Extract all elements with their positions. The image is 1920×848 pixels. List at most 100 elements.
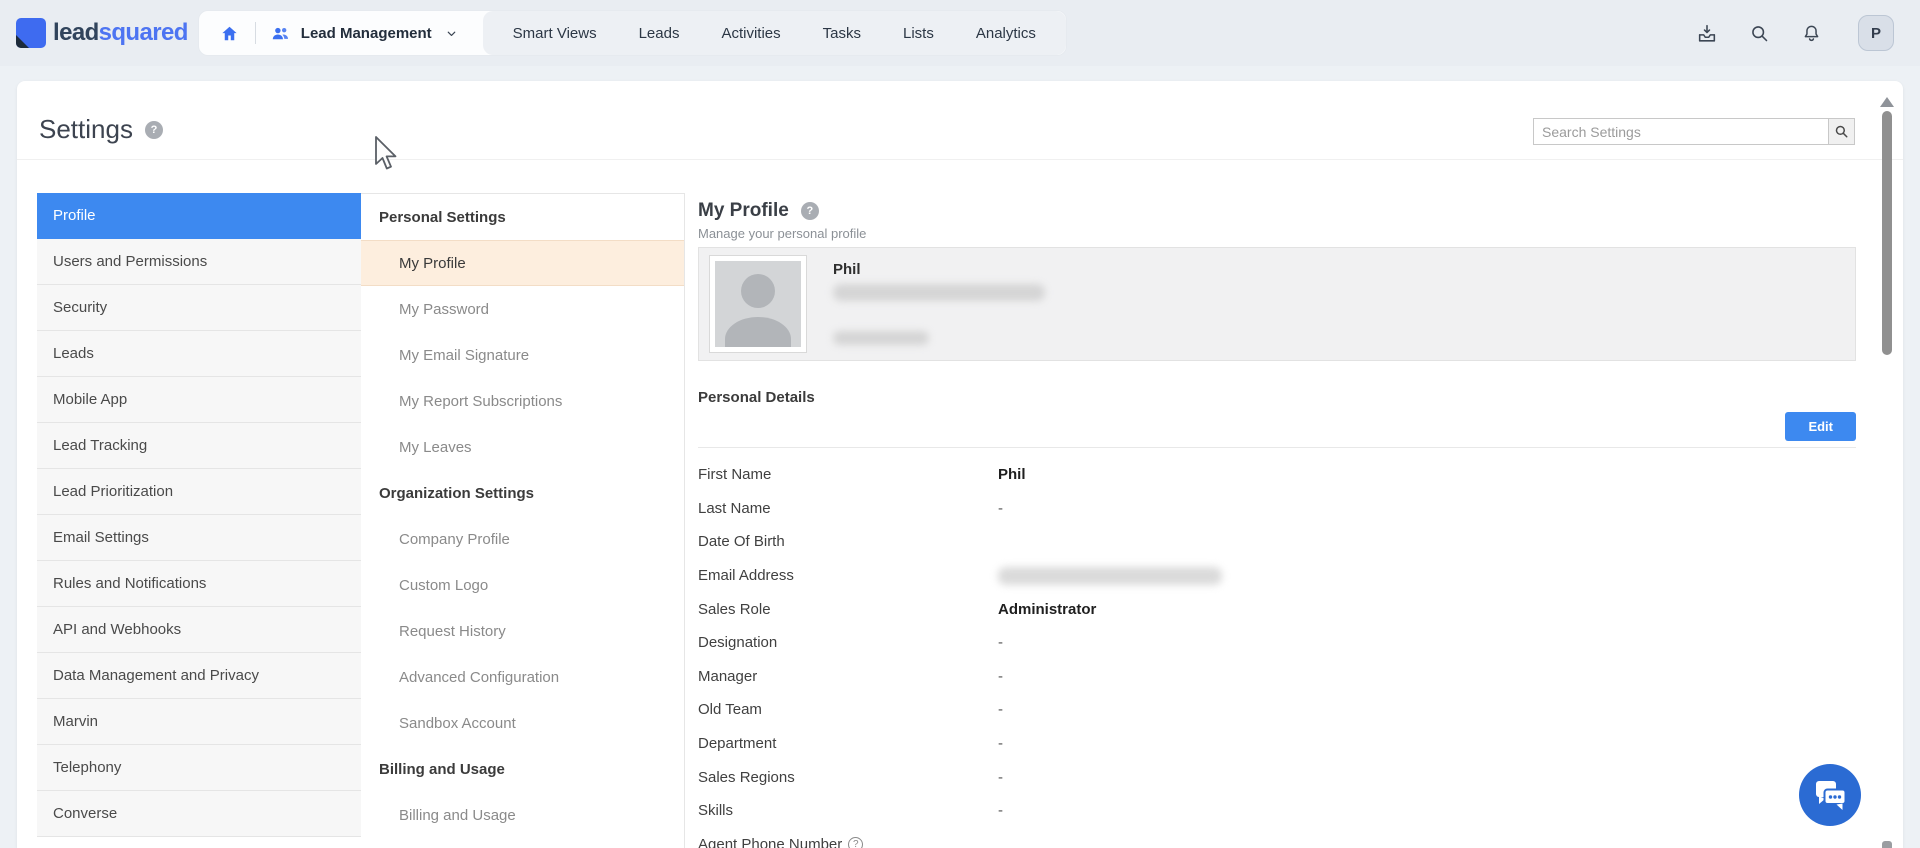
home-icon[interactable] — [219, 22, 241, 44]
nav-item[interactable]: Lists — [903, 25, 934, 42]
field-value: - — [998, 701, 1003, 719]
details-divider — [698, 447, 1856, 448]
settings-menu-entry[interactable]: Sandbox Account — [361, 700, 684, 746]
sidebar-item[interactable]: Email Settings — [37, 515, 361, 561]
sidebar-item[interactable]: Mobile App — [37, 377, 361, 423]
field-value — [998, 566, 1222, 585]
my-profile-help-icon[interactable]: ? — [800, 202, 819, 220]
field-row: Email Address ? — [698, 559, 1856, 593]
field-label: First Name ? — [698, 466, 772, 484]
settings-sidebar: Profile Users and Permissions Security L… — [37, 193, 361, 848]
field-value: - — [998, 735, 1003, 753]
scrollbar-bottom-nub — [1882, 841, 1892, 848]
nav-left: Lead Management — [199, 11, 483, 55]
inbox-download-icon[interactable] — [1696, 22, 1718, 44]
personal-details-head: Personal Details Edit — [698, 389, 1856, 441]
field-value: Phil — [998, 466, 1026, 484]
field-label: Agent Phone Number ? — [698, 836, 998, 848]
field-label: Designation ? — [698, 634, 778, 652]
settings-menu-entry[interactable]: My Password — [361, 286, 684, 332]
field-label: Department ? — [698, 735, 777, 753]
my-profile-title-row: My Profile ? — [698, 200, 1856, 222]
sidebar-item[interactable]: Leads — [37, 331, 361, 377]
personal-details-title: Personal Details — [698, 389, 815, 406]
page-title: Settings ? — [39, 114, 163, 145]
nav-item[interactable]: Leads — [639, 25, 680, 42]
settings-menu-entry[interactable]: Advanced Configuration — [361, 654, 684, 700]
edit-button[interactable]: Edit — [1785, 412, 1856, 441]
settings-menu: Personal Settings My Profile My Password… — [361, 193, 685, 848]
my-profile-subtitle: Manage your personal profile — [698, 226, 867, 241]
topbar-right: P — [1696, 15, 1894, 51]
notifications-bell-icon[interactable] — [1800, 22, 1822, 44]
settings-menu-entry[interactable]: Company Profile — [361, 516, 684, 562]
settings-columns: Profile Users and Permissions Security L… — [17, 193, 1903, 848]
settings-menu-entry[interactable]: Custom Logo — [361, 562, 684, 608]
nav-item[interactable]: Smart Views — [513, 25, 597, 42]
field-label: Old Team ? — [698, 701, 762, 719]
sidebar-item[interactable]: API and Webhooks — [37, 607, 361, 653]
settings-menu-entry[interactable]: My Report Subscriptions — [361, 378, 684, 424]
settings-page: Settings ? Profile Users and Permissions… — [17, 81, 1903, 848]
workspace-users-icon — [270, 22, 292, 44]
scroll-up-arrow-icon[interactable] — [1880, 90, 1894, 107]
field-value: - — [998, 768, 1003, 786]
field-label: Date Of Birth ? — [698, 533, 785, 551]
search-settings — [1533, 118, 1855, 145]
sidebar-item[interactable]: Users and Permissions — [37, 239, 361, 285]
sidebar-item[interactable]: Lead Tracking — [37, 423, 361, 469]
person-silhouette-icon — [715, 261, 801, 347]
settings-menu-entry[interactable]: Billing and Usage — [361, 792, 684, 838]
settings-help-icon[interactable]: ? — [144, 120, 163, 139]
sidebar-item[interactable]: Security — [37, 285, 361, 331]
workspace-switcher[interactable]: Lead Management — [270, 22, 463, 44]
field-label: Last Name ? — [698, 499, 771, 517]
leadsquared-logo-text: leadsquared — [53, 19, 188, 46]
settings-menu-entry: Billing and Usage — [379, 760, 505, 778]
field-label: Email Address ? — [698, 567, 794, 585]
field-row: First Name ? Phil — [698, 458, 1856, 492]
sidebar-item[interactable]: Telephony — [37, 745, 361, 791]
topbar: leadsquared Lead Management Smart Views L… — [0, 0, 1920, 66]
field-row: Last Name ? - — [698, 492, 1856, 526]
leadsquared-logo[interactable]: leadsquared — [16, 18, 188, 48]
profile-photo-placeholder[interactable] — [709, 255, 807, 353]
nav-divider — [254, 22, 256, 44]
settings-menu-entry[interactable]: My Email Signature — [361, 332, 684, 378]
settings-menu-entry[interactable]: My Profile — [361, 240, 684, 286]
field-row: Department ? - — [698, 727, 1856, 761]
redacted-detail — [833, 331, 929, 345]
field-value: - — [998, 499, 1003, 517]
sidebar-item[interactable]: Profile — [37, 193, 361, 239]
nav-item[interactable]: Activities — [721, 25, 780, 42]
search-settings-button[interactable] — [1828, 118, 1855, 145]
profile-summary-card: Phil — [698, 247, 1856, 361]
sidebar-item[interactable]: Lead Prioritization — [37, 469, 361, 515]
sidebar-item[interactable]: Marvin — [37, 699, 361, 745]
field-value: - — [998, 667, 1003, 685]
field-label: Manager ? — [698, 667, 758, 685]
user-avatar[interactable]: P — [1858, 15, 1894, 51]
redacted-value — [998, 566, 1222, 585]
chevron-down-icon — [441, 22, 463, 44]
search-settings-input[interactable] — [1533, 118, 1828, 145]
sidebar-item[interactable]: Rules and Notifications — [37, 561, 361, 607]
field-row: Manager ? - — [698, 660, 1856, 694]
nav-item[interactable]: Analytics — [976, 25, 1036, 42]
settings-menu-entry[interactable]: My Leaves — [361, 424, 684, 470]
field-label: Sales Regions ? — [698, 768, 795, 786]
chat-launcher-button[interactable] — [1799, 764, 1861, 826]
sidebar-item[interactable]: Data Management and Privacy — [37, 653, 361, 699]
nav-items: Smart Views Leads Activities Tasks Lists Anal… — [482, 11, 1066, 55]
field-label: Sales Role ? — [698, 600, 771, 618]
settings-menu-entry: Personal Settings — [379, 208, 506, 226]
field-row: Date Of Birth ? — [698, 525, 1856, 559]
info-icon: ? — [848, 836, 864, 848]
scrollbar-thumb[interactable] — [1882, 111, 1892, 355]
search-icon[interactable] — [1748, 22, 1770, 44]
sidebar-item[interactable]: Converse — [37, 791, 361, 837]
workspace-label: Lead Management — [300, 24, 432, 42]
nav-item[interactable]: Tasks — [823, 25, 861, 42]
primary-nav: Lead Management Smart Views Leads Activiti… — [197, 10, 1067, 56]
settings-menu-entry[interactable]: Request History — [361, 608, 684, 654]
